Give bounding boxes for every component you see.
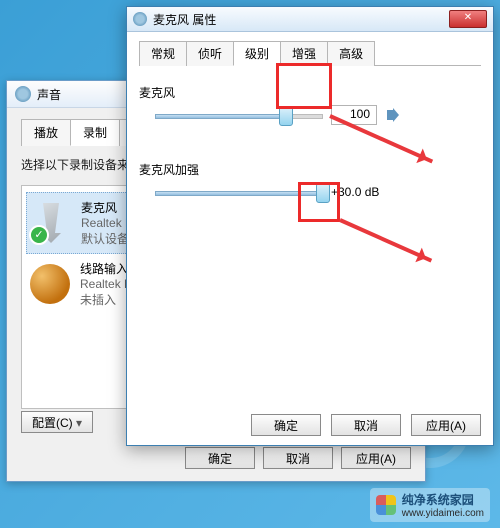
tab-advanced[interactable]: 高级 <box>327 41 375 66</box>
speaker-icon <box>15 86 31 102</box>
prop-titlebar[interactable]: 麦克风 属性 ✕ <box>127 7 493 32</box>
close-button[interactable]: ✕ <box>449 10 487 28</box>
configure-button[interactable]: 配置(C) <box>21 411 93 433</box>
slider-thumb[interactable] <box>279 106 293 126</box>
sound-apply-button[interactable]: 应用(A) <box>341 447 411 469</box>
sound-title: 声音 <box>37 86 61 103</box>
prop-ok-button[interactable]: 确定 <box>251 414 321 436</box>
sound-ok-button[interactable]: 确定 <box>185 447 255 469</box>
highlight-box <box>276 63 332 109</box>
prop-title: 麦克风 属性 <box>153 11 443 28</box>
watermark-brand: 纯净系统家园 <box>402 493 474 507</box>
logo-icon <box>376 495 396 515</box>
microphone-icon <box>133 12 147 26</box>
prop-apply-button[interactable]: 应用(A) <box>411 414 481 436</box>
tab-levels[interactable]: 级别 <box>233 41 281 66</box>
mute-button[interactable] <box>385 106 403 124</box>
sound-cancel-button[interactable]: 取消 <box>263 447 333 469</box>
tab-playback[interactable]: 播放 <box>21 119 71 146</box>
tab-recording[interactable]: 录制 <box>70 119 120 146</box>
linein-icon <box>30 264 70 304</box>
tab-listen[interactable]: 侦听 <box>186 41 234 66</box>
prop-cancel-button[interactable]: 取消 <box>331 414 401 436</box>
watermark: 纯净系统家园 www.yidaimei.com <box>370 488 490 522</box>
watermark-url: www.yidaimei.com <box>402 508 484 519</box>
slider-fill <box>155 114 288 119</box>
highlight-box <box>298 182 340 222</box>
tab-general[interactable]: 常规 <box>139 41 187 66</box>
checkmark-icon: ✓ <box>29 225 49 245</box>
microphone-icon: ✓ <box>31 203 71 243</box>
